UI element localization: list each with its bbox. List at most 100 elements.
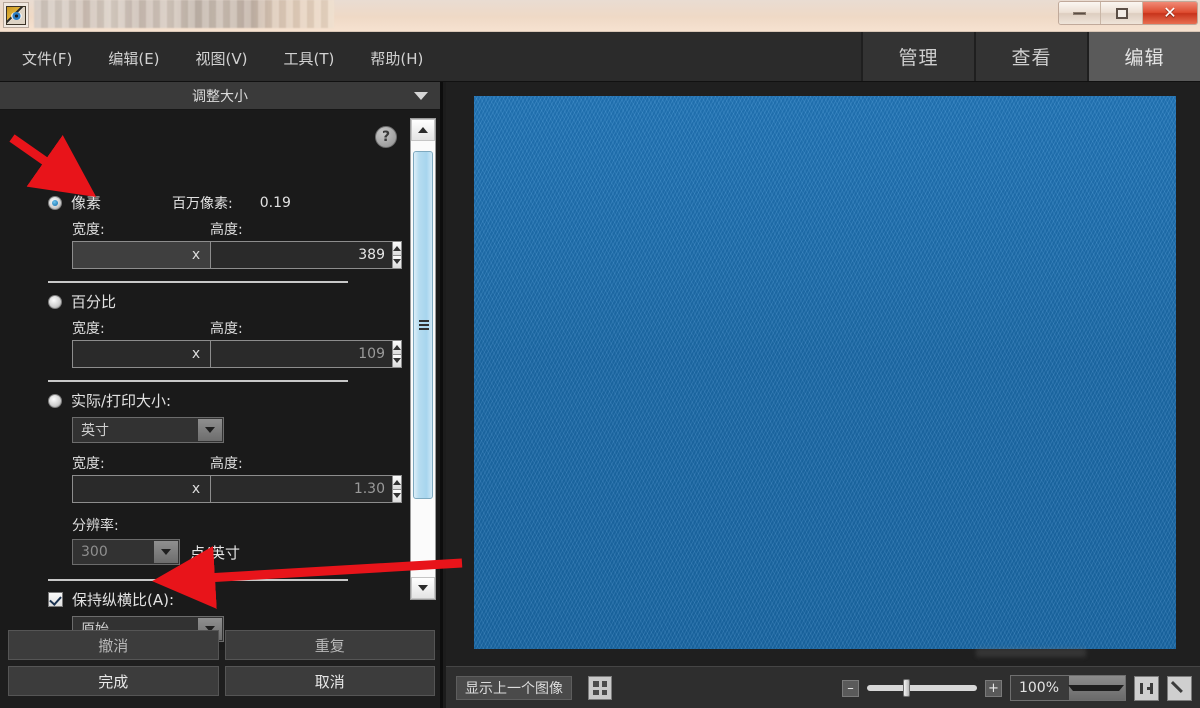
minimize-button[interactable] xyxy=(1059,2,1101,24)
close-button[interactable]: ✕ xyxy=(1143,2,1197,24)
print-size-radio[interactable] xyxy=(48,393,62,408)
print-size-label: 实际/打印大小: xyxy=(71,392,172,410)
thumbnail-grid-icon[interactable] xyxy=(588,676,612,700)
resize-options: 像素 百万像素: 0.19 宽度: x 高度: xyxy=(0,154,402,644)
show-previous-image-button[interactable]: 显示上一个图像 xyxy=(456,676,572,700)
percent-height-down-button[interactable] xyxy=(392,353,402,368)
menu-edit[interactable]: 编辑(E) xyxy=(100,44,167,73)
done-button[interactable]: 完成 xyxy=(8,666,219,696)
zoom-slider-handle[interactable] xyxy=(902,679,910,697)
aspect-ratio-checkbox[interactable] xyxy=(48,592,63,607)
chevron-down-icon xyxy=(393,259,401,265)
cancel-button[interactable]: 取消 xyxy=(224,666,435,696)
percent-radio-row[interactable]: 百分比 xyxy=(0,291,400,312)
redo-button[interactable]: 重复 xyxy=(224,630,435,660)
mode-tab-group: 管理 查看 编辑 xyxy=(861,32,1200,81)
print-height-input[interactable] xyxy=(210,475,392,503)
chevron-up-icon xyxy=(393,479,401,485)
pixels-height-input[interactable] xyxy=(210,241,392,269)
menu-file[interactable]: 文件(F) xyxy=(14,44,80,73)
print-width-stepper[interactable] xyxy=(72,475,264,503)
pixels-height-up-button[interactable] xyxy=(392,241,402,255)
unit-dropdown-value: 英寸 xyxy=(81,423,109,439)
app-icon xyxy=(3,2,29,28)
print-height-up-button[interactable] xyxy=(392,475,402,489)
menu-tools[interactable]: 工具(T) xyxy=(276,44,343,73)
percent-separator: x xyxy=(191,346,201,362)
print-size-radio-row[interactable]: 实际/打印大小: xyxy=(0,390,400,411)
status-bar: 显示上一个图像 – + 100% xyxy=(446,666,1200,708)
zoom-in-button[interactable]: + xyxy=(984,679,1002,697)
acdsee-editor-window: ✕ 文件(F) 编辑(E) 视图(V) 工具(T) 帮助(H) 管理 查看 编辑… xyxy=(0,0,1200,708)
resolution-label-wrap: 分辨率: xyxy=(0,515,400,535)
zoom-level-value: 100% xyxy=(1018,680,1059,696)
print-size-fields: 宽度: x 高度: xyxy=(0,453,402,503)
percent-width-stepper[interactable] xyxy=(72,340,264,368)
done-cancel-row: 完成 取消 xyxy=(8,666,435,696)
pixels-radio-row[interactable]: 像素 百万像素: 0.19 xyxy=(0,192,400,213)
scroll-down-button[interactable] xyxy=(411,577,435,599)
unit-dropdown[interactable]: 英寸 xyxy=(72,417,224,443)
chevron-up-icon xyxy=(393,344,401,350)
chevron-down-icon xyxy=(1068,685,1124,691)
image-preview[interactable] xyxy=(474,96,1176,649)
fit-to-window-button[interactable] xyxy=(1167,675,1192,701)
divider-3 xyxy=(48,579,348,581)
maximize-button[interactable] xyxy=(1101,2,1143,24)
zoom-level-dropdown-button[interactable] xyxy=(1068,676,1125,700)
print-height-label: 高度: xyxy=(210,456,243,472)
fit-to-width-button[interactable] xyxy=(1134,675,1159,701)
undo-button[interactable]: 撤消 xyxy=(8,630,219,660)
panel-title: 调整大小 xyxy=(192,88,248,105)
scroll-up-button[interactable] xyxy=(411,119,435,141)
aspect-ratio-row[interactable]: 保持纵横比(A): xyxy=(0,589,400,610)
chevron-down-icon[interactable] xyxy=(414,92,428,100)
maximize-icon xyxy=(1115,7,1128,19)
pixels-radio[interactable] xyxy=(48,195,62,210)
resolution-unit: 点/英寸 xyxy=(190,543,241,562)
pixels-fields: 宽度: x 高度: xyxy=(0,219,402,269)
zoom-out-button[interactable]: – xyxy=(841,679,859,697)
chevron-down-icon xyxy=(205,427,215,433)
zoom-controls: – + 100% xyxy=(841,675,1192,701)
pixels-height-label: 高度: xyxy=(210,222,243,238)
help-button[interactable]: ? xyxy=(375,126,397,148)
title-bar: ✕ xyxy=(0,0,1200,32)
pixels-width-stepper[interactable] xyxy=(72,241,264,269)
percent-radio[interactable] xyxy=(48,294,62,309)
tab-view[interactable]: 查看 xyxy=(974,32,1087,81)
percent-height-input[interactable] xyxy=(210,340,392,368)
pixels-width-block: 宽度: xyxy=(72,219,264,269)
resolution-dropdown-button[interactable] xyxy=(154,541,178,563)
menu-help[interactable]: 帮助(H) xyxy=(362,44,431,73)
zoom-slider[interactable] xyxy=(866,679,977,697)
aspect-ratio-label: 保持纵横比(A): xyxy=(72,591,175,609)
pixels-height-down-button[interactable] xyxy=(392,254,402,269)
resolution-label: 分辨率: xyxy=(72,518,119,534)
percent-width-label: 宽度: xyxy=(72,321,105,337)
scrollbar-thumb[interactable] xyxy=(413,151,433,499)
pixels-height-block: 高度: xyxy=(210,219,402,269)
pixels-height-stepper[interactable] xyxy=(210,241,402,269)
image-shadow xyxy=(976,648,1086,657)
resolution-dropdown[interactable]: 300 xyxy=(72,539,180,565)
tab-manage[interactable]: 管理 xyxy=(861,32,974,81)
percent-height-stepper[interactable] xyxy=(210,340,402,368)
menu-view[interactable]: 视图(V) xyxy=(188,44,256,73)
fit-width-icon xyxy=(1140,682,1153,694)
print-separator: x xyxy=(191,481,201,497)
undo-redo-row: 撤消 重复 xyxy=(8,630,435,660)
print-height-down-button[interactable] xyxy=(392,488,402,503)
panel-scrollbar[interactable] xyxy=(410,118,436,600)
pixels-width-label: 宽度: xyxy=(72,222,105,238)
print-height-stepper[interactable] xyxy=(210,475,402,503)
megapixel-label: 百万像素: xyxy=(172,195,233,212)
percent-height-up-button[interactable] xyxy=(392,340,402,354)
panel-header[interactable]: 调整大小 xyxy=(0,82,440,110)
unit-dropdown-button[interactable] xyxy=(198,419,222,441)
tab-edit[interactable]: 编辑 xyxy=(1087,32,1200,81)
scrollbar-grip-icon xyxy=(419,318,429,332)
zoom-level-combobox[interactable]: 100% xyxy=(1009,675,1126,701)
divider-1 xyxy=(48,281,348,283)
menu-item-list: 文件(F) 编辑(E) 视图(V) 工具(T) 帮助(H) xyxy=(14,44,431,73)
